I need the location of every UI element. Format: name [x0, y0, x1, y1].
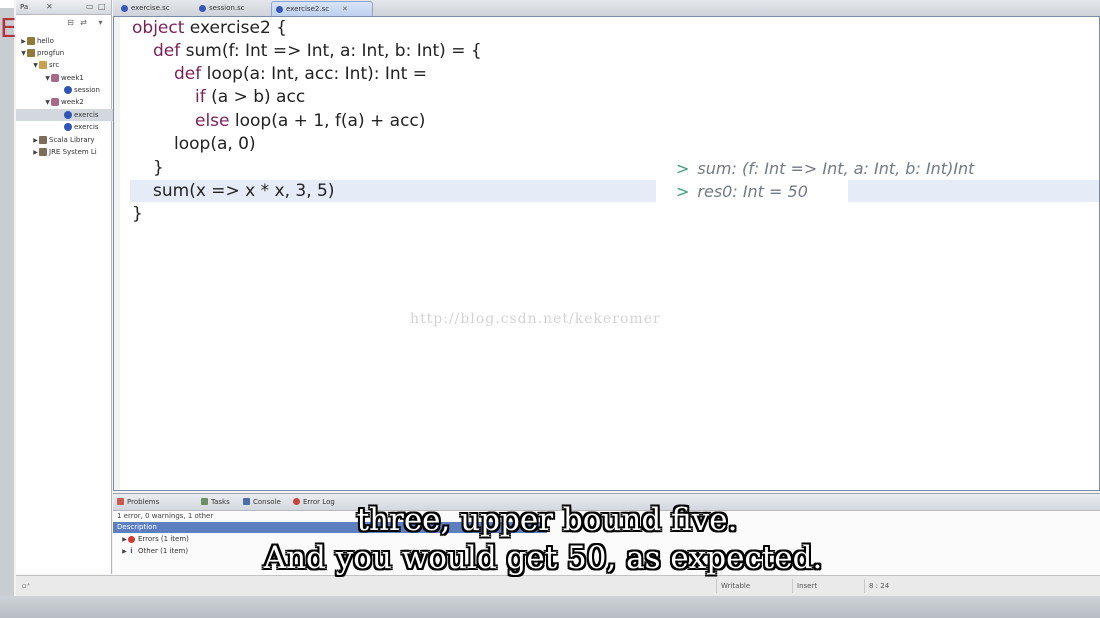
code-line: if (a > b) acc: [195, 87, 306, 107]
scala-file-icon: [199, 5, 206, 12]
library-icon: [39, 148, 47, 156]
expand-icon[interactable]: ▶: [20, 36, 27, 47]
code-line: }: [132, 204, 143, 224]
code-line: else loop(a + 1, f(a) + acc): [195, 111, 426, 131]
link-editor-icon[interactable]: ⇄: [79, 18, 88, 27]
editor-tab-bar: exercise.sc session.sc exercise2.sc ✕: [113, 0, 1100, 17]
collapse-icon[interactable]: ▼: [20, 48, 27, 59]
code-line: def loop(a: Int, acc: Int): Int =: [174, 64, 427, 84]
window-bottom-edge: [0, 596, 1100, 618]
tree-item-jre-system-library[interactable]: ▶ JRE System Li: [16, 146, 127, 158]
tab-label: session.sc: [209, 4, 245, 12]
tab-label: exercise2.sc: [286, 5, 330, 13]
scala-file-icon: [64, 123, 72, 131]
view-menu-icon[interactable]: ▾: [96, 18, 105, 27]
package-explorer: Pa ✕ ▭ □ ⊟ ⇄ ▾ ▶ hello ▼ progfun ▼ src ▼ wee…: [16, 0, 159, 574]
scala-file-icon: [276, 6, 283, 13]
result-prompt: >: [676, 182, 690, 201]
tree-item-label: week1: [61, 74, 84, 82]
status-insert-mode: Insert: [792, 579, 859, 593]
tab-exercise2-sc[interactable]: exercise2.sc ✕: [271, 1, 373, 16]
tree-item-label: hello: [37, 37, 54, 45]
tree-item-scala-library[interactable]: ▶ Scala Library: [16, 134, 127, 146]
close-tab-icon[interactable]: ✕: [342, 2, 348, 16]
package-icon: [51, 74, 59, 82]
tree-item-hello[interactable]: ▶ hello: [16, 35, 115, 47]
package-explorer-tab[interactable]: Pa ✕ ▭ □: [16, 0, 111, 15]
code-line: }: [153, 158, 164, 178]
subtitle-line-2: And you would get 50, as expected.: [263, 540, 823, 576]
fast-view-icon[interactable]: ▫⁺: [18, 579, 30, 593]
minimize-icon[interactable]: ▭: [86, 0, 94, 14]
worksheet-result: > sum: (f: Int => Int, a: Int, b: Int)Int: [676, 157, 1099, 180]
tree-item-progfun[interactable]: ▼ progfun: [16, 47, 115, 59]
tree-item-src[interactable]: ▼ src: [16, 59, 127, 71]
tab-session-sc[interactable]: session.sc: [195, 1, 279, 15]
library-icon: [39, 136, 47, 144]
collapse-icon[interactable]: ▼: [32, 60, 39, 71]
result-text: res0: Int = 50: [697, 182, 808, 201]
tree-item-label: progfun: [37, 49, 65, 57]
tree-item-label: Scala Library: [49, 136, 95, 144]
subtitle-line-1: three, upper bound five.: [356, 502, 738, 538]
tab-label: exercise.sc: [131, 4, 170, 12]
expand-icon[interactable]: ▶: [32, 135, 39, 146]
collapse-icon[interactable]: ▼: [44, 97, 51, 108]
package-icon: [51, 98, 59, 106]
tab-exercise-sc[interactable]: exercise.sc: [117, 1, 201, 15]
close-icon[interactable]: ✕: [46, 0, 53, 14]
code-line: loop(a, 0): [174, 134, 256, 154]
status-cursor-position: 8 : 24: [864, 579, 929, 593]
tree-item-label: week2: [61, 98, 84, 106]
tree-item-label: session: [74, 86, 100, 94]
package-explorer-tab-label: Pa: [20, 3, 29, 11]
result-text: sum: (f: Int => Int, a: Int, b: Int)Int: [697, 159, 975, 178]
expand-icon[interactable]: ▶: [32, 147, 39, 158]
project-icon: [27, 37, 35, 45]
result-prompt: >: [676, 159, 690, 178]
status-writable: Writable: [716, 579, 791, 593]
project-icon: [27, 49, 35, 57]
code-line: def sum(f: Int => Int, a: Int, b: Int) =…: [153, 41, 482, 61]
explorer-toolbar: ⊟ ⇄ ▾: [16, 15, 111, 31]
tree-item-label: JRE System Li: [49, 148, 97, 156]
tree-item-label: src: [49, 61, 60, 69]
worksheet-result: > res0: Int = 50: [676, 180, 1099, 203]
tree-item-label: exercis: [74, 111, 99, 119]
app-edge-glyph: E: [0, 14, 17, 44]
code-line: object exercise2 {: [132, 18, 287, 38]
scala-file-icon: [64, 111, 72, 119]
watermark: http://blog.csdn.net/kekeromer: [410, 311, 661, 327]
collapse-all-icon[interactable]: ⊟: [66, 18, 75, 27]
maximize-icon[interactable]: □: [98, 0, 106, 14]
scala-file-icon: [64, 86, 72, 94]
editor-gutter: [114, 17, 120, 490]
status-bar: ▫⁺ Writable Insert 8 : 24: [16, 575, 1100, 596]
worksheet-editor[interactable]: object exercise2 { def sum(f: Int => Int…: [113, 17, 1100, 491]
code-line: sum(x => x * x, 3, 5): [153, 181, 335, 201]
source-folder-icon: [39, 61, 47, 69]
scala-file-icon: [121, 5, 128, 12]
tree-item-label: exercis: [74, 123, 99, 131]
collapse-icon[interactable]: ▼: [44, 73, 51, 84]
